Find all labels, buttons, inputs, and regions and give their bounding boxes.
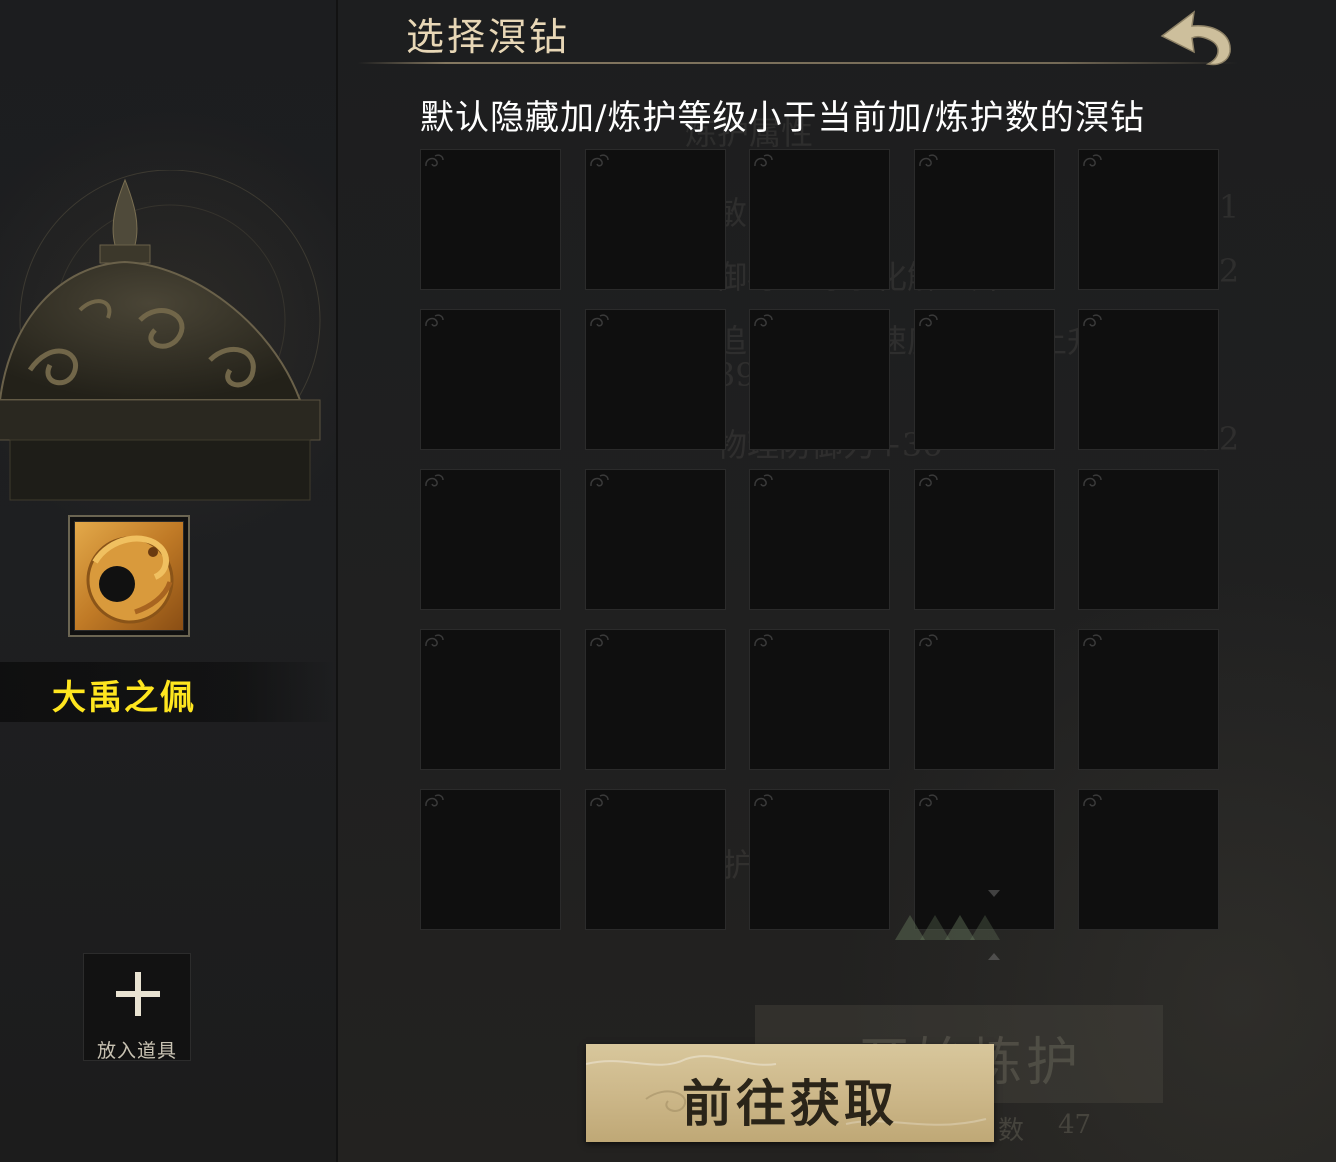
gem-slot-12[interactable]	[584, 469, 726, 610]
gem-slot-16[interactable]	[420, 629, 561, 770]
cloud-swirl-icon	[1083, 474, 1102, 487]
gem-slot-7[interactable]	[584, 309, 726, 450]
gem-slot-15[interactable]	[1078, 469, 1219, 610]
page-title: 选择溟钻	[406, 15, 571, 59]
gem-slot-8[interactable]	[749, 309, 890, 450]
cloud-swirl-icon	[1083, 154, 1102, 167]
cloud-swirl-icon	[589, 474, 609, 487]
gem-slot-22[interactable]	[584, 789, 726, 930]
gem-slot-20[interactable]	[1078, 629, 1219, 770]
go-acquire-button[interactable]: 前往获取	[586, 1044, 994, 1142]
cloud-swirl-icon	[918, 154, 938, 167]
cloud-swirl-icon	[754, 634, 773, 647]
jade-dragon-pendant-icon	[74, 521, 184, 631]
cloud-swirl-icon	[589, 794, 609, 807]
cloud-swirl-icon	[1083, 794, 1102, 807]
item-name: 大禹之佩	[52, 678, 196, 718]
gem-slot-23[interactable]	[749, 789, 890, 930]
cloud-swirl-icon	[754, 314, 773, 327]
gem-slot-10[interactable]	[1078, 309, 1219, 450]
gem-slot-9[interactable]	[913, 309, 1055, 450]
gem-slot-21[interactable]	[420, 789, 561, 930]
gem-slot-3[interactable]	[749, 149, 890, 290]
gem-slot-2[interactable]	[584, 149, 726, 290]
cloud-swirl-icon	[589, 314, 609, 327]
gem-slot-18[interactable]	[749, 629, 890, 770]
gem-slot-4[interactable]	[913, 149, 1055, 290]
cloud-swirl-icon	[589, 154, 609, 167]
incense-burner-illustration	[0, 170, 321, 501]
gem-slot-13[interactable]	[749, 469, 890, 610]
cloud-swirl-icon	[754, 794, 773, 807]
cloud-swirl-icon	[918, 794, 938, 807]
equipment-slot[interactable]	[68, 515, 190, 637]
gem-slot-1[interactable]	[420, 149, 561, 290]
add-item-label: 放入道具	[96, 1040, 177, 1062]
cloud-swirl-icon	[589, 634, 609, 647]
cloud-swirl-icon	[1083, 634, 1102, 647]
cloud-swirl-icon	[918, 314, 938, 327]
back-arrow-icon[interactable]	[1158, 2, 1238, 68]
filter-hint: 默认隐藏加/炼护等级小于当前加/炼护数的溟钻	[420, 98, 1145, 138]
gem-grid	[420, 149, 1219, 930]
left-panel: 大禹之佩 放入道具	[0, 0, 338, 1162]
cloud-swirl-icon	[425, 634, 444, 647]
gem-slot-5[interactable]	[1078, 149, 1219, 290]
cloud-swirl-icon	[754, 474, 773, 487]
gem-slot-14[interactable]	[913, 469, 1055, 610]
cloud-swirl-icon	[918, 634, 938, 647]
plus-icon	[116, 972, 160, 1016]
go-acquire-label: 前往获取	[682, 1074, 898, 1133]
ghost-count-label: 数	[998, 1116, 1025, 1146]
title-divider	[358, 62, 1238, 64]
cloud-swirl-icon	[1083, 314, 1102, 327]
cloud-swirl-icon	[425, 794, 444, 807]
ghost-count-value: 47	[1058, 1110, 1092, 1140]
cloud-swirl-icon	[918, 474, 938, 487]
gem-slot-19[interactable]	[913, 629, 1055, 770]
cloud-swirl-icon	[425, 314, 444, 327]
gem-slot-17[interactable]	[584, 629, 726, 770]
cloud-swirl-icon	[425, 154, 444, 167]
cloud-swirl-icon	[754, 154, 773, 167]
add-item-button[interactable]: 放入道具	[83, 953, 191, 1062]
gem-slot-25[interactable]	[1078, 789, 1219, 930]
cloud-swirl-icon	[425, 474, 444, 487]
gem-slot-6[interactable]	[420, 309, 561, 450]
gem-slot-11[interactable]	[420, 469, 561, 610]
triangle-ornament-icon	[895, 890, 1000, 960]
